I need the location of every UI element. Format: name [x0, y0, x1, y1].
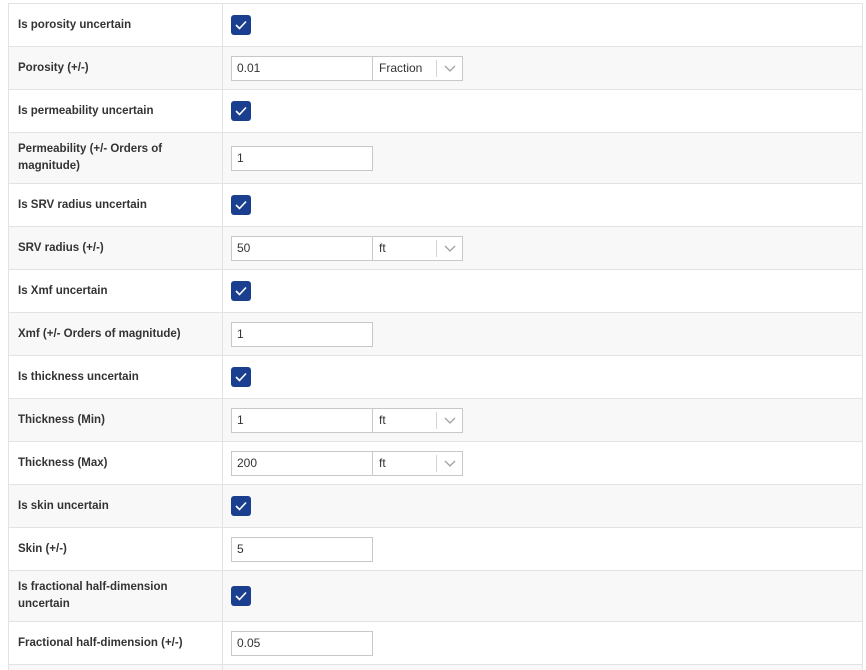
checkmark-icon — [235, 106, 247, 116]
row-label: Is skin uncertain — [18, 499, 109, 512]
selected-unit: Fraction — [379, 61, 423, 75]
srv-radius-uncertain-checkbox[interactable] — [231, 195, 251, 215]
row-partial — [9, 664, 862, 670]
checkmark-icon — [235, 372, 247, 382]
checkmark-icon — [235, 200, 247, 210]
row-thickness-min: Thickness (Min) ft — [9, 398, 862, 441]
row-skin-uncertain: Is skin uncertain — [9, 484, 862, 527]
selected-unit: ft — [379, 456, 386, 470]
row-label: Is fractional half-dimension uncertain — [18, 581, 168, 610]
row-xmf: Xmf (+/- Orders of magnitude) — [9, 312, 862, 355]
row-label: Xmf (+/- Orders of magnitude) — [18, 327, 181, 340]
row-label: Is SRV radius uncertain — [18, 198, 147, 211]
porosity-unit-select[interactable]: Fraction — [373, 55, 463, 81]
row-label: Is porosity uncertain — [18, 18, 132, 31]
fractional-half-dimension-uncertain-checkbox[interactable] — [231, 586, 251, 606]
row-label: Permeability (+/- Orders of magnitude) — [18, 143, 163, 172]
row-xmf-uncertain: Is Xmf uncertain — [9, 269, 862, 312]
row-label: Skin (+/-) — [18, 542, 67, 555]
thickness-uncertain-checkbox[interactable] — [231, 367, 251, 387]
thickness-max-input[interactable] — [231, 450, 373, 476]
selected-unit: ft — [379, 413, 386, 427]
row-label: Porosity (+/-) — [18, 61, 89, 74]
row-fractional-half-dimension: Fractional half-dimension (+/-) — [9, 621, 862, 664]
srv-radius-input[interactable] — [231, 235, 373, 261]
chevron-down-icon — [444, 65, 455, 72]
row-permeability-uncertain: Is permeability uncertain — [9, 89, 862, 132]
skin-uncertain-checkbox[interactable] — [231, 496, 251, 516]
permeability-input[interactable] — [231, 145, 373, 171]
chevron-down-icon — [444, 245, 455, 252]
checkmark-icon — [235, 20, 247, 30]
row-label: SRV radius (+/-) — [18, 241, 104, 254]
row-label: Thickness (Max) — [18, 456, 108, 469]
row-skin: Skin (+/-) — [9, 527, 862, 570]
row-porosity: Porosity (+/-) Fraction — [9, 46, 862, 89]
xmf-input[interactable] — [231, 321, 373, 347]
permeability-uncertain-checkbox[interactable] — [231, 101, 251, 121]
porosity-uncertain-checkbox[interactable] — [231, 15, 251, 35]
fractional-half-dimension-input[interactable] — [231, 630, 373, 656]
skin-input[interactable] — [231, 536, 373, 562]
xmf-uncertain-checkbox[interactable] — [231, 281, 251, 301]
row-permeability: Permeability (+/- Orders of magnitude) — [9, 132, 862, 183]
row-srv-radius-uncertain: Is SRV radius uncertain — [9, 183, 862, 226]
checkmark-icon — [235, 286, 247, 296]
thickness-min-input[interactable] — [231, 407, 373, 433]
uncertainty-form-table: Is porosity uncertain Porosity (+/-) Fra… — [8, 3, 863, 670]
porosity-input[interactable] — [231, 55, 373, 81]
row-label: Is permeability uncertain — [18, 104, 154, 117]
row-label: Thickness (Min) — [18, 413, 105, 426]
selected-unit: ft — [379, 241, 386, 255]
srv-radius-unit-select[interactable]: ft — [373, 235, 463, 261]
row-porosity-uncertain: Is porosity uncertain — [9, 3, 862, 46]
checkmark-icon — [235, 501, 247, 511]
chevron-down-icon — [444, 417, 455, 424]
thickness-min-unit-select[interactable]: ft — [373, 407, 463, 433]
checkmark-icon — [235, 591, 247, 601]
row-thickness-max: Thickness (Max) ft — [9, 441, 862, 484]
row-label: Fractional half-dimension (+/-) — [18, 636, 183, 649]
row-srv-radius: SRV radius (+/-) ft — [9, 226, 862, 269]
row-fractional-half-dimension-uncertain: Is fractional half-dimension uncertain — [9, 570, 862, 621]
row-thickness-uncertain: Is thickness uncertain — [9, 355, 862, 398]
chevron-down-icon — [444, 460, 455, 467]
row-label: Is thickness uncertain — [18, 370, 139, 383]
row-label: Is Xmf uncertain — [18, 284, 108, 297]
thickness-max-unit-select[interactable]: ft — [373, 450, 463, 476]
